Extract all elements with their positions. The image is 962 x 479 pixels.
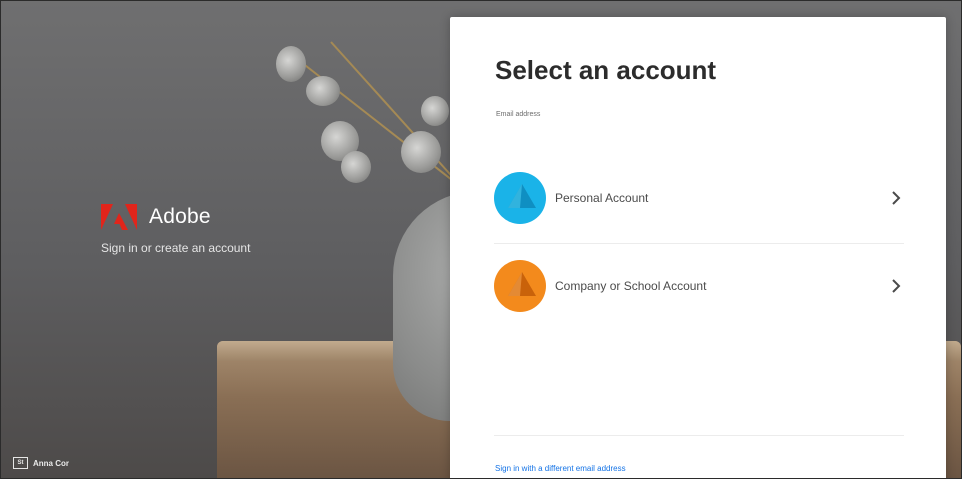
profile-initials-icon: St [13,457,28,469]
background-flower [421,96,449,126]
account-divider [494,243,904,244]
different-email-link[interactable]: Sign in with a different email address [495,464,626,473]
background-flower [276,46,306,82]
brand-block: Adobe Sign in or create an account [101,204,250,255]
personal-account-avatar-icon [494,172,546,224]
company-school-account-label: Company or School Account [555,279,707,293]
personal-account-label: Personal Account [555,191,649,205]
profile-name: Anna Cor [33,458,69,468]
company-school-account-option[interactable]: Company or School Account [494,255,906,317]
page-title: Select an account [495,55,717,85]
personal-account-option[interactable]: Personal Account [494,167,906,229]
background-flower [306,76,340,106]
chevron-right-icon [892,191,901,205]
background-flower [401,131,441,173]
brand-name: Adobe [149,205,211,228]
profile-badge[interactable]: St Anna Cor [13,457,69,469]
chevron-right-icon [892,279,901,293]
adobe-logo-icon [101,204,137,230]
sign-in-screen: Adobe Sign in or create an account St An… [0,0,962,479]
brand-row: Adobe [101,204,250,230]
background-flower [341,151,371,183]
footer-divider [494,435,904,436]
company-account-avatar-icon [494,260,546,312]
brand-tagline: Sign in or create an account [101,241,251,255]
account-panel: Select an account Email address Personal… [450,17,946,478]
email-address-label: Email address [496,111,541,118]
